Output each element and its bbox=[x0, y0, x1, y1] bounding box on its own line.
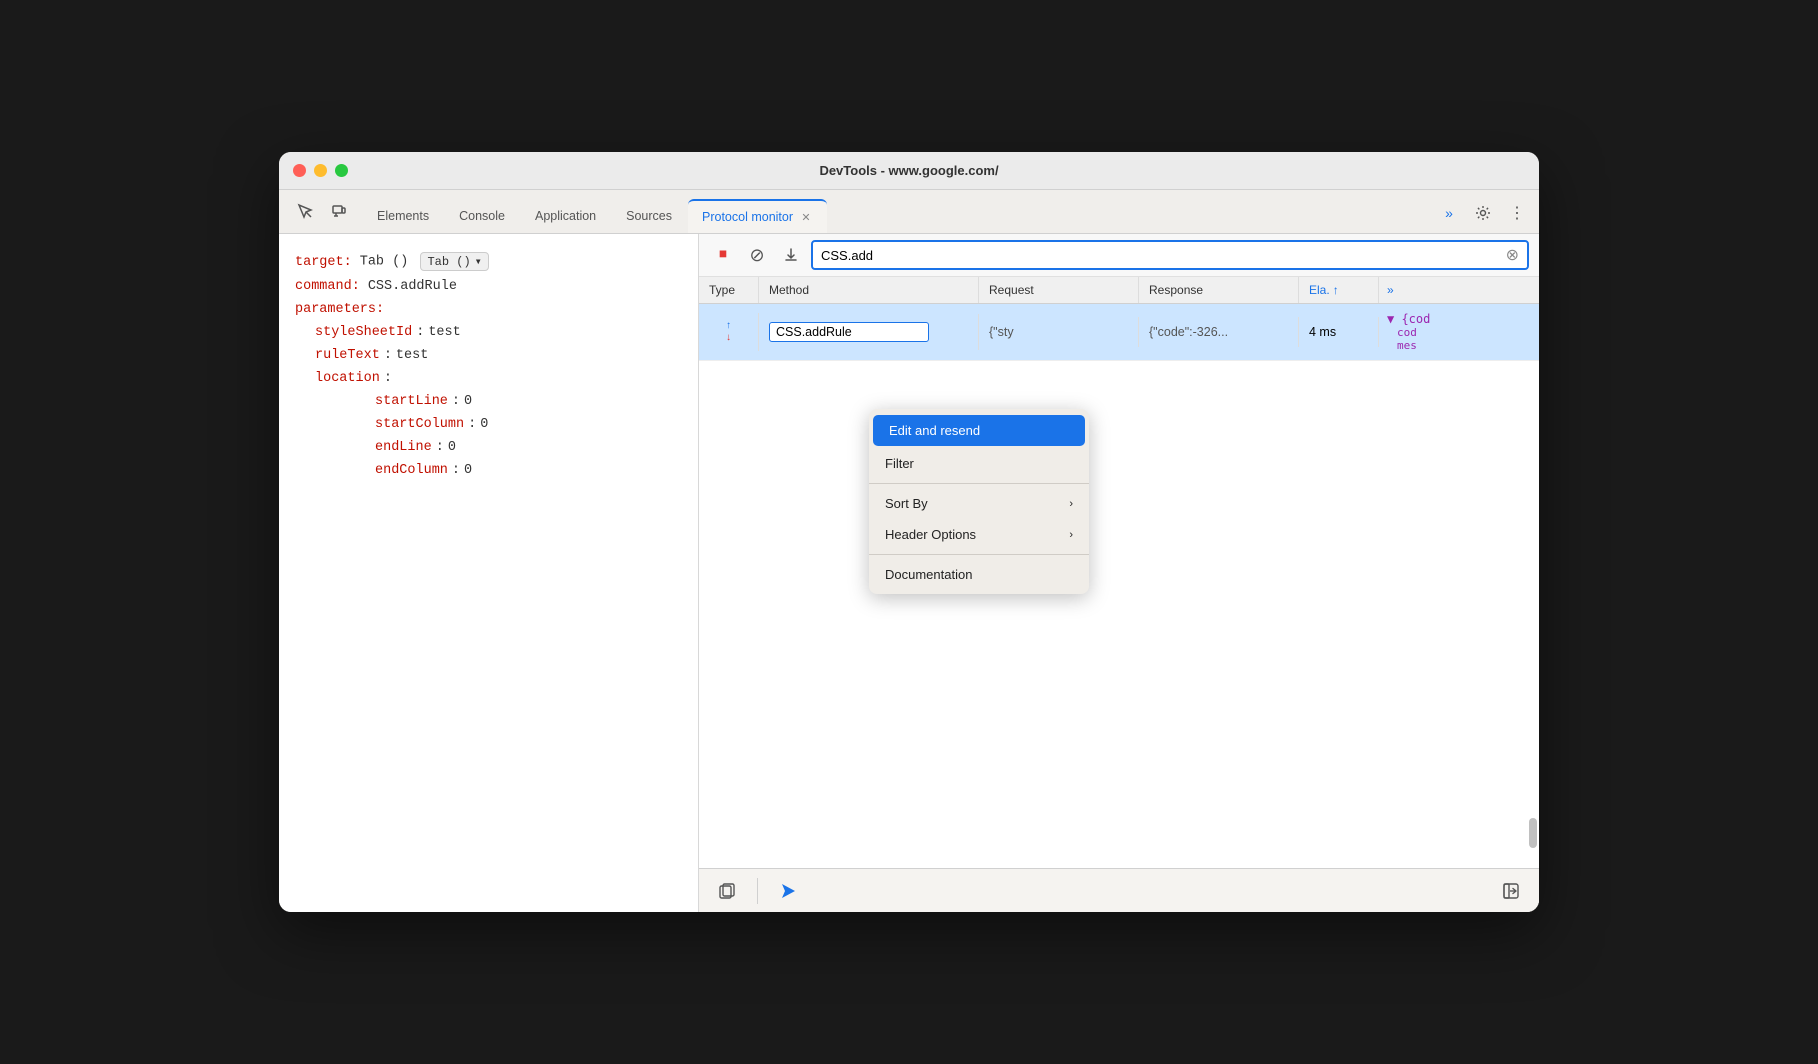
param-val-endLine: 0 bbox=[448, 440, 456, 455]
param-key-endLine: endLine bbox=[375, 440, 432, 455]
left-panel: target: Tab () Tab () ▾ command: CSS.add… bbox=[279, 234, 699, 912]
send-button[interactable] bbox=[774, 877, 802, 905]
target-row: target: Tab () Tab () ▾ bbox=[295, 252, 682, 271]
target-dropdown[interactable]: Tab () ▾ bbox=[420, 252, 488, 271]
param-val-startColumn: 0 bbox=[480, 417, 488, 432]
cell-response: {"code":-326... bbox=[1139, 317, 1299, 347]
devtools-window: DevTools - www.google.com/ Elements bbox=[279, 152, 1539, 912]
tab-close-icon[interactable]: ✕ bbox=[799, 210, 813, 224]
cancel-button[interactable]: ⊘ bbox=[743, 241, 771, 269]
maximize-button[interactable] bbox=[335, 164, 348, 177]
close-button[interactable] bbox=[293, 164, 306, 177]
target-value: Tab () Tab () ▾ bbox=[360, 252, 489, 271]
tabs-end: » ⋮ bbox=[1435, 199, 1531, 233]
device-icon[interactable] bbox=[325, 197, 353, 225]
param-location: location : bbox=[295, 371, 682, 386]
col-header-request: Request bbox=[979, 277, 1139, 303]
cell-type: ↑ ↓ bbox=[699, 313, 759, 351]
tabs-bar: Elements Console Application Sources Pro… bbox=[279, 190, 1539, 234]
pages-icon[interactable] bbox=[713, 877, 741, 905]
param-endColumn: endColumn : 0 bbox=[295, 463, 682, 478]
menu-item-filter[interactable]: Filter bbox=[869, 448, 1089, 479]
direction-icon: ↑ ↓ bbox=[726, 321, 731, 343]
command-row: command: CSS.addRule bbox=[295, 279, 682, 294]
param-key-styleSheetId: styleSheetId bbox=[315, 325, 412, 340]
menu-item-documentation[interactable]: Documentation bbox=[869, 559, 1089, 590]
search-input-wrap: ⊗ bbox=[811, 240, 1529, 270]
scrollbar-thumb[interactable] bbox=[1529, 818, 1537, 848]
record-button[interactable]: ⏹ bbox=[709, 241, 737, 269]
tab-icon-group bbox=[287, 197, 361, 233]
col-header-response: Response bbox=[1139, 277, 1299, 303]
toolbar: ⏹ ⊘ ⊗ bbox=[699, 234, 1539, 277]
submenu-arrow-icon: › bbox=[1069, 498, 1073, 510]
window-title: DevTools - www.google.com/ bbox=[819, 163, 998, 178]
table-header: Type Method Request Response Ela. ↑ » bbox=[699, 277, 1539, 304]
tab-application[interactable]: Application bbox=[521, 199, 610, 233]
col-header-method: Method bbox=[759, 277, 979, 303]
param-key-endColumn: endColumn bbox=[375, 463, 448, 478]
cell-method bbox=[759, 314, 979, 350]
param-key-location: location bbox=[315, 371, 380, 386]
command-value: CSS.addRule bbox=[368, 279, 457, 294]
dock-icon[interactable] bbox=[1497, 877, 1525, 905]
cell-request: {"sty bbox=[979, 317, 1139, 347]
param-val-styleSheetId: test bbox=[428, 325, 460, 340]
search-clear-icon[interactable]: ⊗ bbox=[1506, 245, 1519, 265]
tab-console[interactable]: Console bbox=[445, 199, 519, 233]
main-content: target: Tab () Tab () ▾ command: CSS.add… bbox=[279, 234, 1539, 912]
tab-sources[interactable]: Sources bbox=[612, 199, 686, 233]
col-header-more[interactable]: » bbox=[1379, 277, 1419, 303]
method-input[interactable] bbox=[769, 322, 929, 342]
table-row[interactable]: ↑ ↓ {"sty {"code":-326... 4 ms bbox=[699, 304, 1539, 361]
right-panel: ⏹ ⊘ ⊗ Type Method Request Response bbox=[699, 234, 1539, 912]
col-header-elapsed[interactable]: Ela. ↑ bbox=[1299, 277, 1379, 303]
minimize-button[interactable] bbox=[314, 164, 327, 177]
more-tabs-icon[interactable]: » bbox=[1435, 199, 1463, 227]
param-val-startLine: 0 bbox=[464, 394, 472, 409]
traffic-lights bbox=[293, 164, 348, 177]
col-header-type: Type bbox=[699, 277, 759, 303]
command-key: command: bbox=[295, 279, 360, 294]
select-element-icon[interactable] bbox=[291, 197, 319, 225]
more-options-icon[interactable]: ⋮ bbox=[1503, 199, 1531, 227]
param-startLine: startLine : 0 bbox=[295, 394, 682, 409]
param-key-startColumn: startColumn bbox=[375, 417, 464, 432]
bottom-divider bbox=[757, 878, 758, 904]
menu-divider-1 bbox=[869, 483, 1089, 484]
params-key: parameters: bbox=[295, 302, 384, 317]
param-styleSheetId: styleSheetId : test bbox=[295, 325, 682, 340]
params-row: parameters: bbox=[295, 302, 682, 317]
param-ruleText: ruleText : test bbox=[295, 348, 682, 363]
param-key-startLine: startLine bbox=[375, 394, 448, 409]
titlebar: DevTools - www.google.com/ bbox=[279, 152, 1539, 190]
bottom-bar bbox=[699, 868, 1539, 912]
settings-icon[interactable] bbox=[1469, 199, 1497, 227]
menu-item-edit-resend[interactable]: Edit and resend bbox=[873, 415, 1085, 446]
submenu-arrow-icon-2: › bbox=[1069, 529, 1073, 541]
context-menu: Edit and resend Filter Sort By › Header … bbox=[869, 409, 1089, 594]
param-val-ruleText: test bbox=[396, 348, 428, 363]
param-startColumn: startColumn : 0 bbox=[295, 417, 682, 432]
param-key-ruleText: ruleText bbox=[315, 348, 380, 363]
menu-item-header-options[interactable]: Header Options › bbox=[869, 519, 1089, 550]
param-endLine: endLine : 0 bbox=[295, 440, 682, 455]
scrollbar[interactable] bbox=[1529, 548, 1537, 848]
target-key: target: bbox=[295, 255, 352, 270]
param-val-endColumn: 0 bbox=[464, 463, 472, 478]
tab-elements[interactable]: Elements bbox=[363, 199, 443, 233]
table-body: ↑ ↓ {"sty {"code":-326... 4 ms bbox=[699, 304, 1539, 868]
cell-elapsed: 4 ms bbox=[1299, 317, 1379, 347]
download-button[interactable] bbox=[777, 241, 805, 269]
tab-protocol-monitor[interactable]: Protocol monitor ✕ bbox=[688, 199, 827, 233]
cell-more: ▼ {cod cod mes bbox=[1379, 304, 1438, 360]
menu-divider-2 bbox=[869, 554, 1089, 555]
menu-item-sort-by[interactable]: Sort By › bbox=[869, 488, 1089, 519]
search-input[interactable] bbox=[821, 248, 1506, 263]
